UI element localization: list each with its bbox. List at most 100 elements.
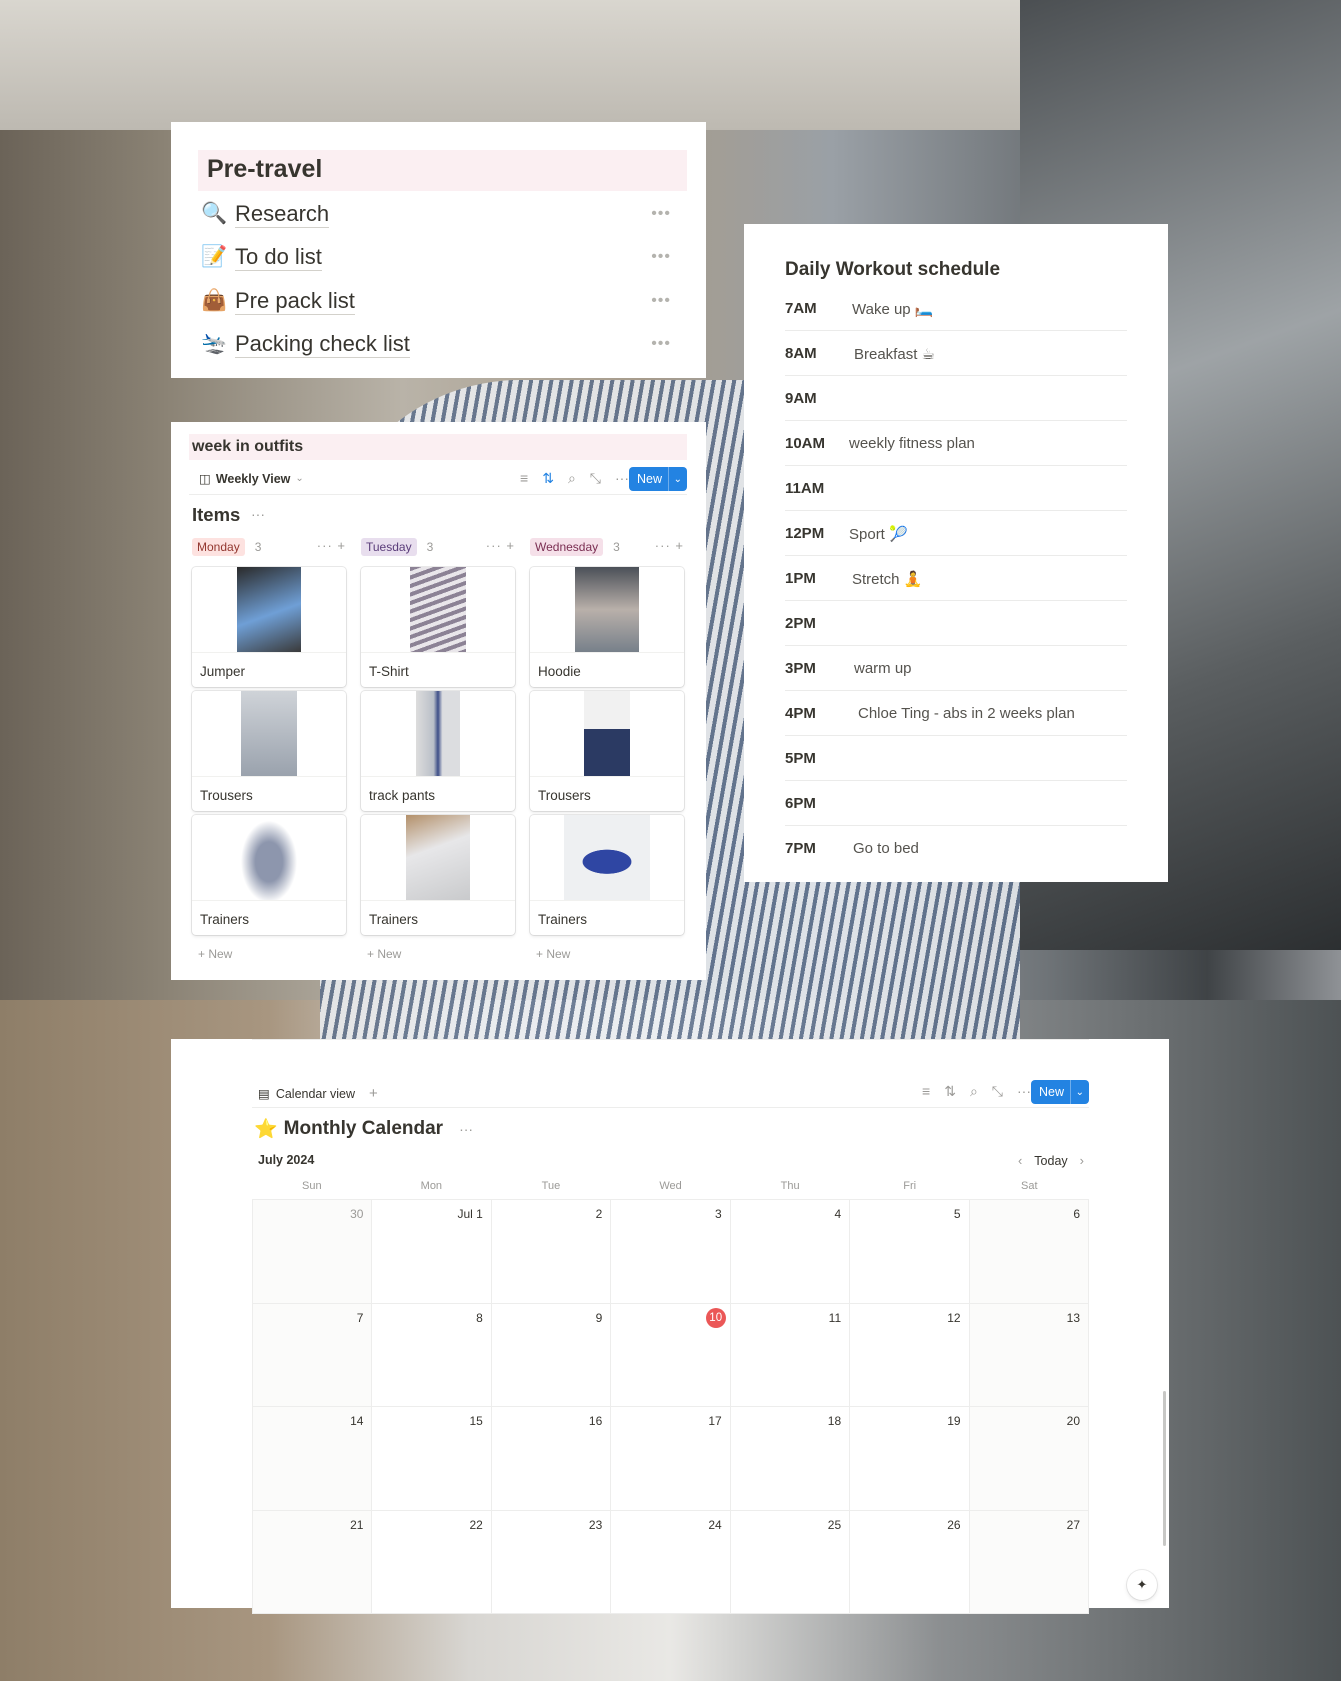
more-icon[interactable]: ··· [1017, 1083, 1031, 1100]
add-new-card-button[interactable]: + New [536, 947, 684, 961]
outfit-card[interactable]: Trainers [361, 815, 515, 935]
calendar-day-cell[interactable]: 9 [491, 1303, 612, 1407]
calendar-day-cell[interactable]: 8 [372, 1303, 492, 1407]
divider [192, 776, 346, 777]
calendar-day-cell[interactable]: 14 [253, 1407, 373, 1511]
page-link-research[interactable]: 🔍 Research ••• [201, 196, 671, 232]
new-button[interactable]: New ⌄ [629, 467, 687, 491]
add-new-card-button[interactable]: + New [367, 947, 515, 961]
view-tab-weekly[interactable]: ◫ Weekly View ⌄ [199, 471, 304, 487]
calendar-day-cell[interactable]: 13 [969, 1303, 1089, 1407]
sort-icon[interactable]: ⇅ [542, 470, 554, 487]
column-tag[interactable]: Wednesday [530, 538, 604, 556]
new-button-label[interactable]: New [1031, 1085, 1070, 1099]
scrollbar[interactable] [1163, 1391, 1166, 1546]
page-link-pre-pack-list[interactable]: 👜 Pre pack list ••• [201, 283, 671, 319]
outfit-card[interactable]: Jumper [192, 567, 346, 687]
chevron-left-icon[interactable]: ‹ [1018, 1153, 1022, 1168]
calendar-title: ⭐ Monthly Calendar ··· [254, 1117, 473, 1141]
calendar-day-cell[interactable]: 25 [730, 1510, 851, 1614]
filter-icon[interactable]: ≡ [520, 470, 528, 487]
more-icon[interactable]: ··· [459, 1121, 473, 1137]
more-options-icon[interactable]: ••• [651, 248, 671, 266]
day-number: 9 [595, 1310, 603, 1325]
outfit-image [416, 691, 460, 776]
column-tag[interactable]: Tuesday [361, 538, 417, 556]
calendar-day-cell[interactable]: 16 [491, 1407, 612, 1511]
calendar-day-cell[interactable]: 10 [611, 1303, 731, 1407]
calendar-day-cell[interactable]: 5 [850, 1200, 970, 1304]
today-button[interactable]: Today [1034, 1154, 1067, 1168]
column-actions[interactable]: ··· + [655, 538, 684, 553]
calendar-day-cell[interactable]: 3 [611, 1200, 731, 1304]
sort-icon[interactable]: ⇅ [944, 1083, 956, 1100]
schedule-activity[interactable]: Wake up 🛏️ [852, 300, 933, 318]
calendar-day-cell[interactable]: Jul 1 [372, 1200, 492, 1304]
schedule-activity[interactable]: Stretch 🧘 [852, 570, 922, 588]
calendar-day-cell[interactable]: 17 [611, 1407, 731, 1511]
expand-icon[interactable]: ⤡ [992, 1083, 1003, 1100]
schedule-activity[interactable]: warm up [854, 660, 912, 677]
chevron-down-icon[interactable]: ⌄ [667, 467, 687, 491]
add-view-icon[interactable]: + [369, 1085, 378, 1102]
new-button-label[interactable]: New [629, 472, 668, 486]
page-link-label[interactable]: To do list [235, 244, 322, 271]
outfit-card[interactable]: Trainers [192, 815, 346, 935]
calendar-day-cell[interactable]: 12 [850, 1303, 970, 1407]
column-actions[interactable]: ··· + [486, 538, 515, 553]
schedule-activity[interactable]: Sport 🎾 [849, 525, 908, 543]
calendar-day-cell[interactable]: 27 [969, 1510, 1089, 1614]
calendar-day-cell[interactable]: 7 [253, 1303, 373, 1407]
add-new-card-button[interactable]: + New [198, 947, 346, 961]
calendar-day-cell[interactable]: 26 [850, 1510, 970, 1614]
calendar-day-cell[interactable]: 20 [969, 1407, 1089, 1511]
day-number: 11 [828, 1310, 842, 1325]
calendar-day-cell[interactable]: 15 [372, 1407, 492, 1511]
outfit-card[interactable]: track pants [361, 691, 515, 811]
calendar-day-cell[interactable]: 11 [730, 1303, 851, 1407]
chevron-down-icon[interactable]: ⌄ [1069, 1080, 1089, 1104]
more-options-icon[interactable]: ••• [651, 205, 671, 223]
schedule-activity[interactable]: Go to bed [853, 840, 919, 857]
day-number: 18 [827, 1414, 842, 1428]
day-number: 7 [356, 1310, 364, 1325]
column-tag[interactable]: Monday [192, 538, 245, 556]
more-icon[interactable]: ··· [615, 470, 629, 487]
calendar-day-cell[interactable]: 2 [491, 1200, 612, 1304]
calendar-day-cell[interactable]: 23 [491, 1510, 612, 1614]
search-icon[interactable]: ⌕ [970, 1083, 978, 1100]
chevron-right-icon[interactable]: › [1080, 1153, 1084, 1168]
page-link-label[interactable]: Packing check list [235, 331, 410, 358]
calendar-day-cell[interactable]: 6 [969, 1200, 1089, 1304]
calendar-day-cell[interactable]: 4 [730, 1200, 851, 1304]
calendar-day-cell[interactable]: 30 [253, 1200, 373, 1304]
page-link-to-do-list[interactable]: 📝 To do list ••• [201, 239, 671, 275]
outfit-card[interactable]: Hoodie [530, 567, 684, 687]
daily-workout-panel: Daily Workout schedule 7AM Wake up 🛏️ 8AM B… [744, 224, 1168, 882]
outfit-card[interactable]: Trainers [530, 815, 684, 935]
more-icon[interactable]: ··· [251, 506, 265, 522]
ai-assistant-button[interactable]: ✦ [1127, 1570, 1157, 1600]
filter-icon[interactable]: ≡ [922, 1083, 930, 1100]
view-tab-calendar[interactable]: ▤ Calendar view + [258, 1085, 378, 1102]
outfit-card[interactable]: T-Shirt [361, 567, 515, 687]
calendar-day-cell[interactable]: 22 [372, 1510, 492, 1614]
column-actions[interactable]: ··· + [317, 538, 346, 553]
schedule-activity[interactable]: weekly fitness plan [849, 435, 975, 452]
schedule-activity[interactable]: Chloe Ting - abs in 2 weeks plan [858, 705, 1075, 722]
calendar-day-cell[interactable]: 19 [850, 1407, 970, 1511]
search-icon[interactable]: ⌕ [568, 470, 576, 487]
schedule-activity[interactable]: Breakfast ☕ [854, 345, 935, 363]
outfit-card[interactable]: Trousers [530, 691, 684, 811]
calendar-day-cell[interactable]: 18 [730, 1407, 851, 1511]
page-link-packing-check-list[interactable]: 🛬 Packing check list ••• [201, 326, 671, 362]
more-options-icon[interactable]: ••• [651, 335, 671, 353]
page-link-label[interactable]: Research [235, 201, 330, 228]
calendar-day-cell[interactable]: 24 [611, 1510, 731, 1614]
more-options-icon[interactable]: ••• [651, 292, 671, 310]
new-button[interactable]: New ⌄ [1031, 1080, 1089, 1104]
expand-icon[interactable]: ⤡ [590, 470, 601, 487]
calendar-day-cell[interactable]: 21 [253, 1510, 373, 1614]
outfit-card[interactable]: Trousers [192, 691, 346, 811]
page-link-label[interactable]: Pre pack list [235, 288, 355, 315]
